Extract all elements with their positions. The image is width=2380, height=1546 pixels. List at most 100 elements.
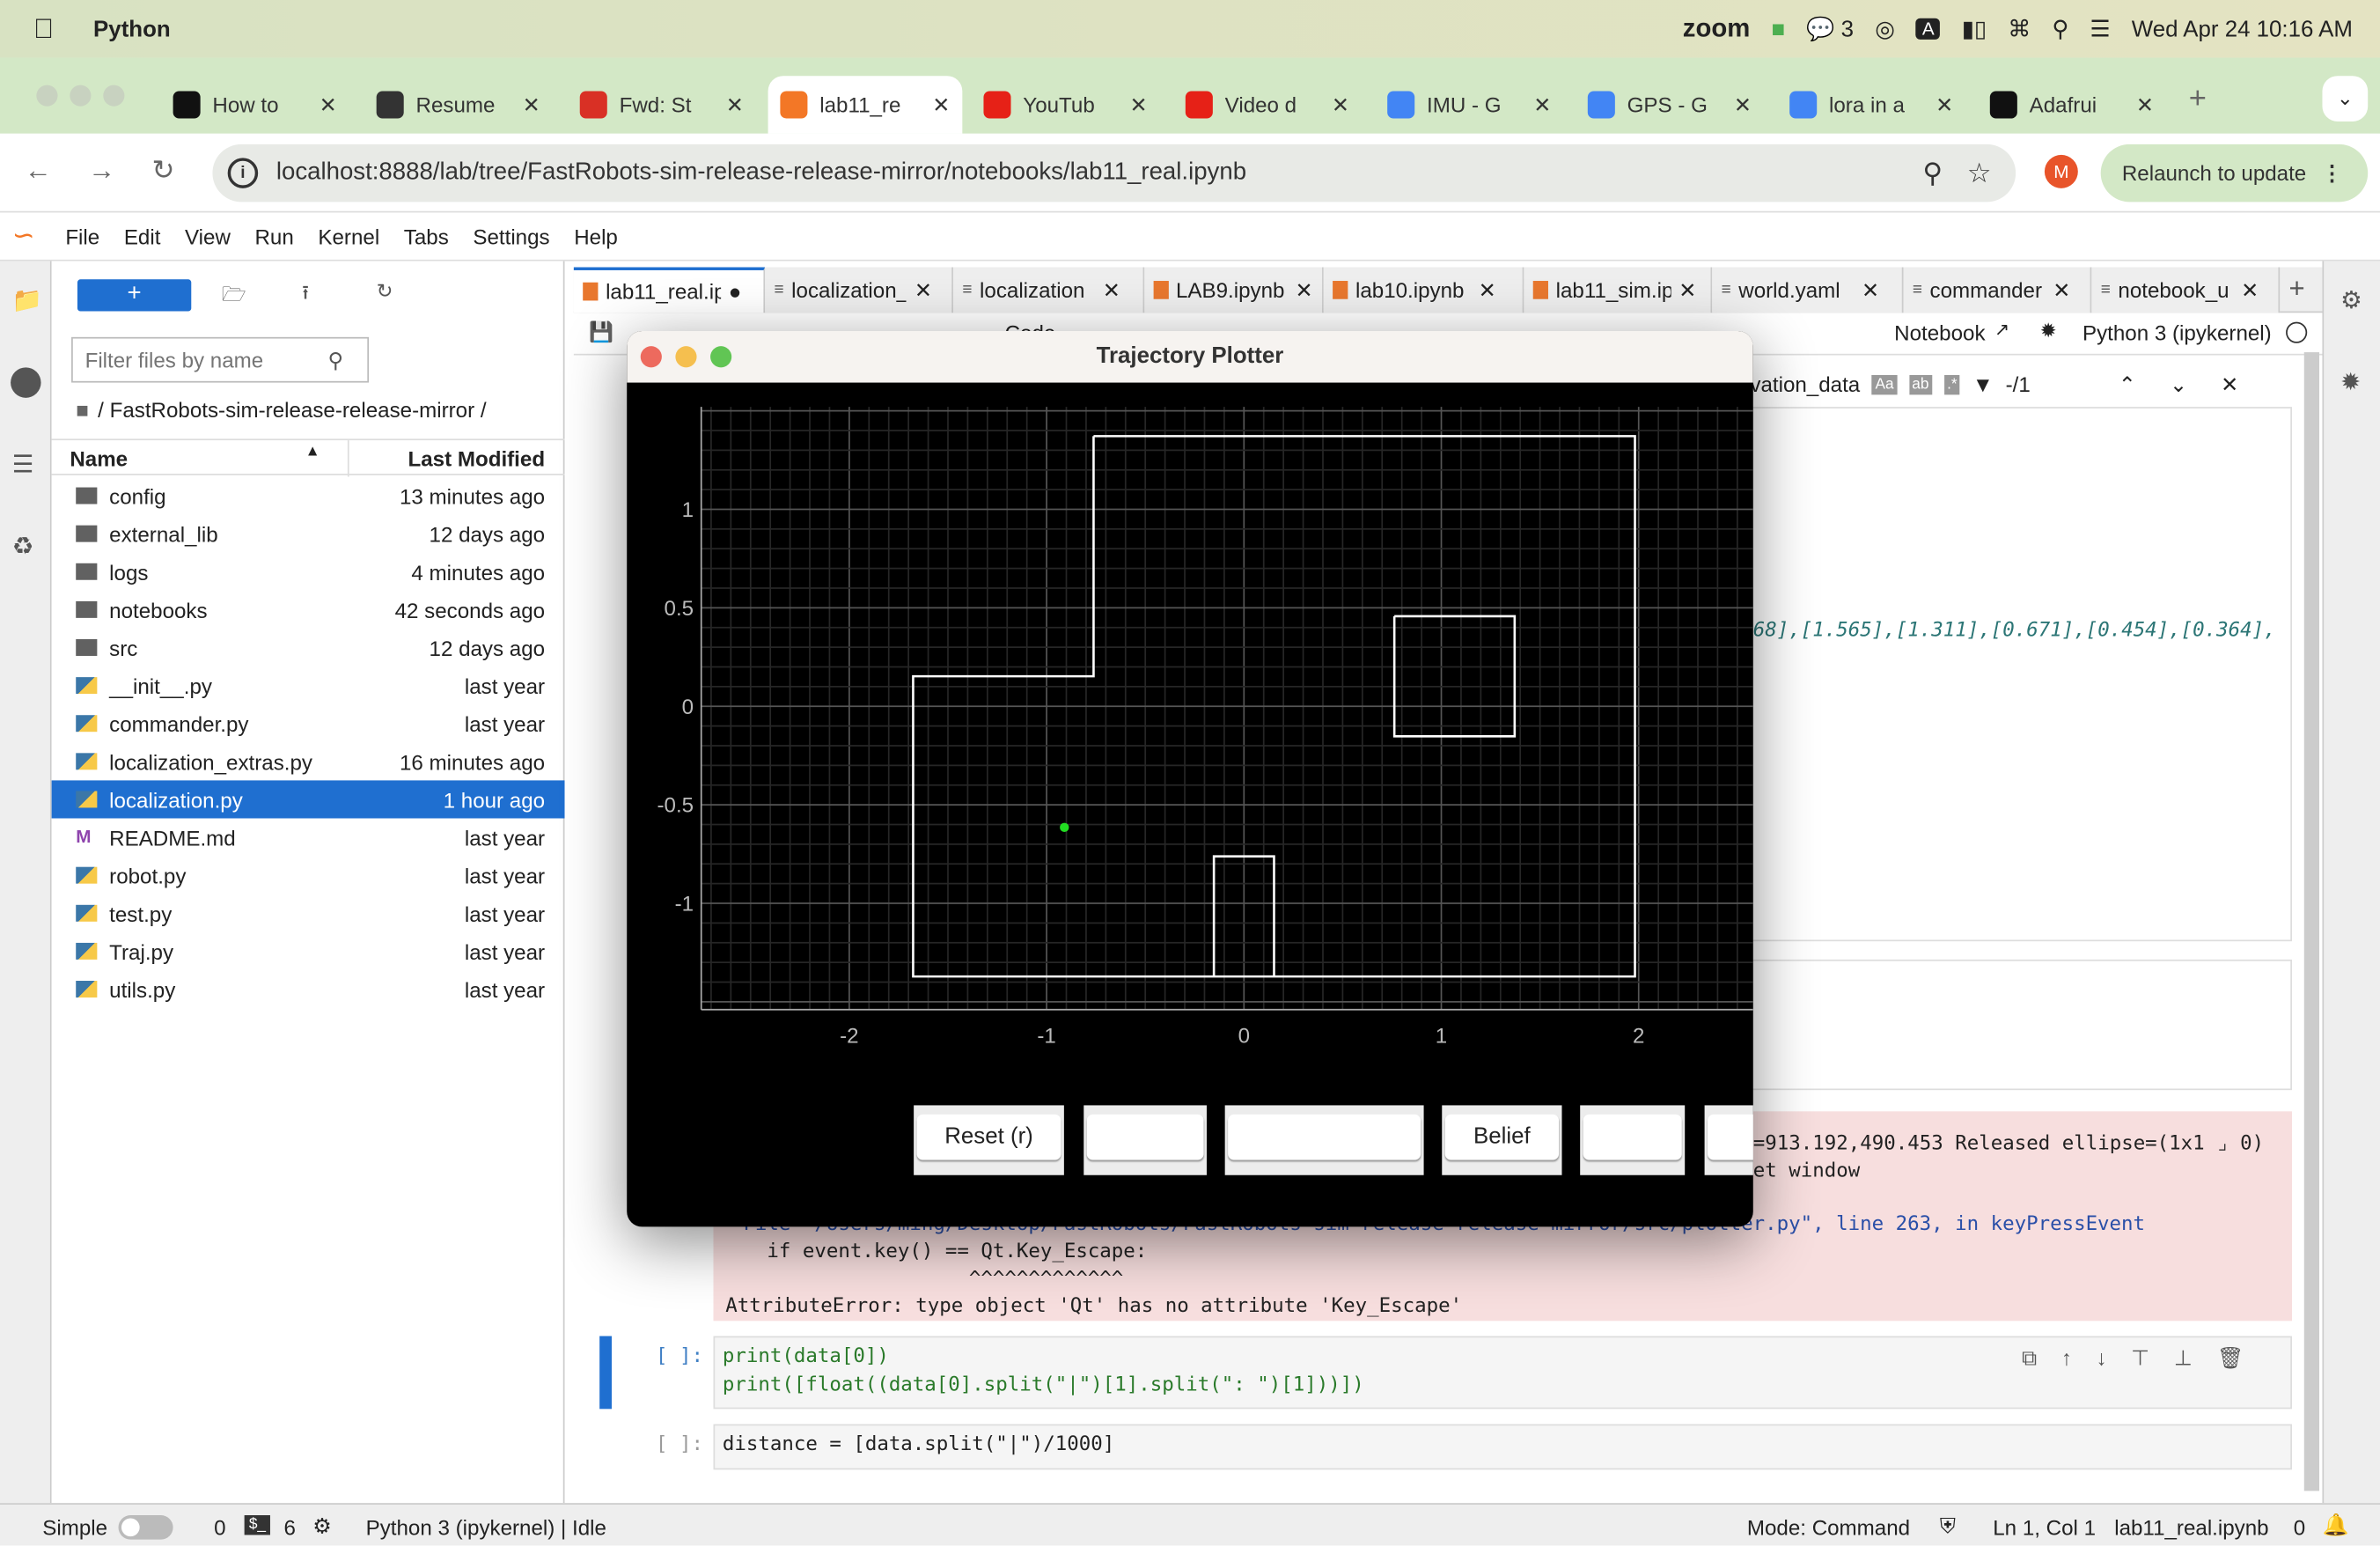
close-tab-icon[interactable]: ✕: [523, 92, 540, 117]
tab-search-button[interactable]: ⌄: [2322, 76, 2369, 121]
new-tab-button[interactable]: +: [2289, 273, 2305, 305]
close-tab-icon[interactable]: ✕: [1936, 92, 1953, 117]
close-tab-icon[interactable]: ✕: [2241, 277, 2259, 303]
file-row[interactable]: Traj.py last year: [52, 932, 565, 970]
new-folder-icon[interactable]: 🗁: [222, 281, 246, 314]
plotter-button-belief[interactable]: Belief: [1444, 1114, 1560, 1160]
notebook-tab[interactable]: lab10.ipynb ✕: [1323, 267, 1524, 313]
window-close-button[interactable]: [36, 85, 58, 107]
filter-files-field[interactable]: [84, 347, 328, 372]
plotter-button[interactable]: [1583, 1114, 1682, 1160]
menu-settings[interactable]: Settings: [473, 224, 549, 248]
unsaved-dot-icon[interactable]: ●: [729, 279, 742, 304]
wifi-icon[interactable]: ⌘: [2008, 15, 2031, 42]
trust-shield-icon[interactable]: ⛨: [1940, 1513, 1956, 1539]
menu-file[interactable]: File: [65, 224, 99, 248]
window-zoom-button[interactable]: [103, 85, 125, 107]
close-tab-icon[interactable]: ✕: [915, 277, 932, 303]
table-of-contents-icon[interactable]: ☰: [12, 449, 34, 479]
kernel-name[interactable]: Python 3 (ipykernel): [2082, 320, 2272, 345]
notification-count[interactable]: 0: [2294, 1515, 2305, 1540]
insert-above-icon[interactable]: ⊤: [2131, 1345, 2149, 1371]
clock[interactable]: Wed Apr 24 10:16 AM: [2132, 16, 2353, 41]
browser-tab[interactable]: Adafrui ✕: [1978, 76, 2166, 134]
browser-tab[interactable]: YouTub ✕: [972, 76, 1160, 134]
plotter-button[interactable]: [1086, 1114, 1204, 1160]
refresh-icon[interactable]: ↻: [377, 279, 393, 304]
running-kernels-icon[interactable]: [11, 367, 41, 398]
move-up-icon[interactable]: ↑: [2061, 1345, 2072, 1371]
filter-icon[interactable]: ▼: [1972, 372, 1994, 397]
breadcrumb-path[interactable]: / FastRobots-sim-release-release-mirror …: [98, 398, 486, 423]
upload-icon[interactable]: ⭱: [302, 279, 309, 313]
menu-kernel[interactable]: Kernel: [318, 224, 379, 248]
file-row[interactable]: src 12 days ago: [52, 629, 565, 666]
browser-tab[interactable]: Fwd: St ✕: [568, 76, 756, 134]
cursor-position[interactable]: Ln 1, Col 1: [1993, 1515, 2096, 1540]
simple-mode-toggle[interactable]: [118, 1515, 173, 1540]
property-inspector-gears-icon[interactable]: ⚙: [2340, 285, 2362, 315]
plotter-button[interactable]: [1708, 1114, 1753, 1160]
code-line[interactable]: distance = [data.split("|")/1000]: [723, 1433, 1114, 1456]
debugger-bug-icon[interactable]: ✹: [2340, 367, 2361, 397]
file-row[interactable]: notebooks 42 seconds ago: [52, 591, 565, 629]
window-minimize-button[interactable]: [70, 85, 92, 107]
filter-files-input[interactable]: ⚲: [71, 336, 370, 383]
browser-tab[interactable]: How to ✕: [161, 76, 349, 134]
close-tab-icon[interactable]: ✕: [932, 92, 950, 117]
back-button[interactable]: ←: [25, 155, 52, 187]
regex-icon[interactable]: .*: [1943, 374, 1961, 394]
browser-tab[interactable]: lora in a ✕: [1777, 76, 1965, 134]
close-tab-icon[interactable]: ✕: [320, 92, 337, 117]
airdrop-icon[interactable]: ◎: [1875, 15, 1895, 42]
minimize-window-button[interactable]: [675, 346, 697, 368]
browser-tab[interactable]: Video d ✕: [1173, 76, 1362, 134]
spotlight-search-icon[interactable]: ⚲: [2052, 15, 2068, 42]
close-tab-icon[interactable]: ✕: [1533, 92, 1551, 117]
kernel-status[interactable]: Python 3 (ipykernel) | Idle: [366, 1515, 606, 1540]
zoom-icon[interactable]: ⚲: [1922, 157, 1943, 188]
close-tab-icon[interactable]: ✕: [726, 92, 744, 117]
keyboard-input-icon[interactable]: A: [1915, 18, 1941, 40]
scrollbar[interactable]: [2303, 352, 2320, 1491]
file-row[interactable]: robot.py last year: [52, 857, 565, 894]
maximize-window-button[interactable]: [710, 346, 732, 368]
menu-edit[interactable]: Edit: [124, 224, 161, 248]
close-tab-icon[interactable]: ✕: [1129, 92, 1147, 117]
app-name[interactable]: Python: [93, 16, 171, 41]
notebook-tab[interactable]: lab11_sim.ip ✕: [1524, 267, 1713, 313]
close-tab-icon[interactable]: ✕: [1295, 277, 1312, 303]
file-row[interactable]: test.py last year: [52, 894, 565, 932]
file-row[interactable]: localization_extras.py 16 minutes ago: [52, 742, 565, 780]
address-bar[interactable]: i localhost:8888/lab/tree/FastRobots-sim…: [212, 144, 2016, 202]
notebook-tab[interactable]: ≡ notebook_u ✕: [2091, 267, 2281, 313]
debugger-bug-icon[interactable]: ✹: [2040, 319, 2057, 343]
close-tab-icon[interactable]: ✕: [1103, 277, 1120, 303]
more-menu-icon[interactable]: ⋮: [2321, 160, 2342, 186]
new-tab-button[interactable]: +: [2189, 82, 2207, 117]
forward-button[interactable]: →: [88, 155, 115, 187]
folder-icon[interactable]: 📁: [12, 285, 42, 315]
apple-icon[interactable]: : [33, 13, 54, 45]
close-tab-icon[interactable]: ✕: [1479, 277, 1496, 303]
notebook-tab[interactable]: ≡ world.yaml ✕: [1712, 267, 1904, 313]
close-tab-icon[interactable]: ✕: [1332, 92, 1349, 117]
file-row[interactable]: M README.md last year: [52, 819, 565, 857]
code-line[interactable]: print([float((data[0].split("|")[1].spli…: [723, 1374, 1364, 1397]
close-tab-icon[interactable]: ✕: [2136, 92, 2154, 117]
control-center-icon[interactable]: ☰: [2090, 15, 2110, 42]
file-row[interactable]: config 13 minutes ago: [52, 476, 565, 514]
file-row[interactable]: external_lib 12 days ago: [52, 515, 565, 553]
site-info-icon[interactable]: i: [227, 158, 259, 188]
duplicate-cell-icon[interactable]: ⧉: [2022, 1345, 2037, 1371]
menu-tabs[interactable]: Tabs: [404, 224, 449, 248]
battery-icon[interactable]: ▮▯: [1962, 15, 1987, 42]
menu-run[interactable]: Run: [254, 224, 293, 248]
zoom-icon[interactable]: zoom: [1683, 14, 1751, 44]
save-icon[interactable]: 💾: [589, 320, 613, 345]
file-row[interactable]: localization.py 1 hour ago: [51, 780, 565, 819]
extensions-puzzle-icon[interactable]: ♻: [12, 532, 34, 562]
move-down-icon[interactable]: ↓: [2097, 1345, 2107, 1371]
match-case-icon[interactable]: Aa: [1872, 374, 1898, 394]
browser-tab[interactable]: lab11_re ✕: [768, 76, 963, 134]
